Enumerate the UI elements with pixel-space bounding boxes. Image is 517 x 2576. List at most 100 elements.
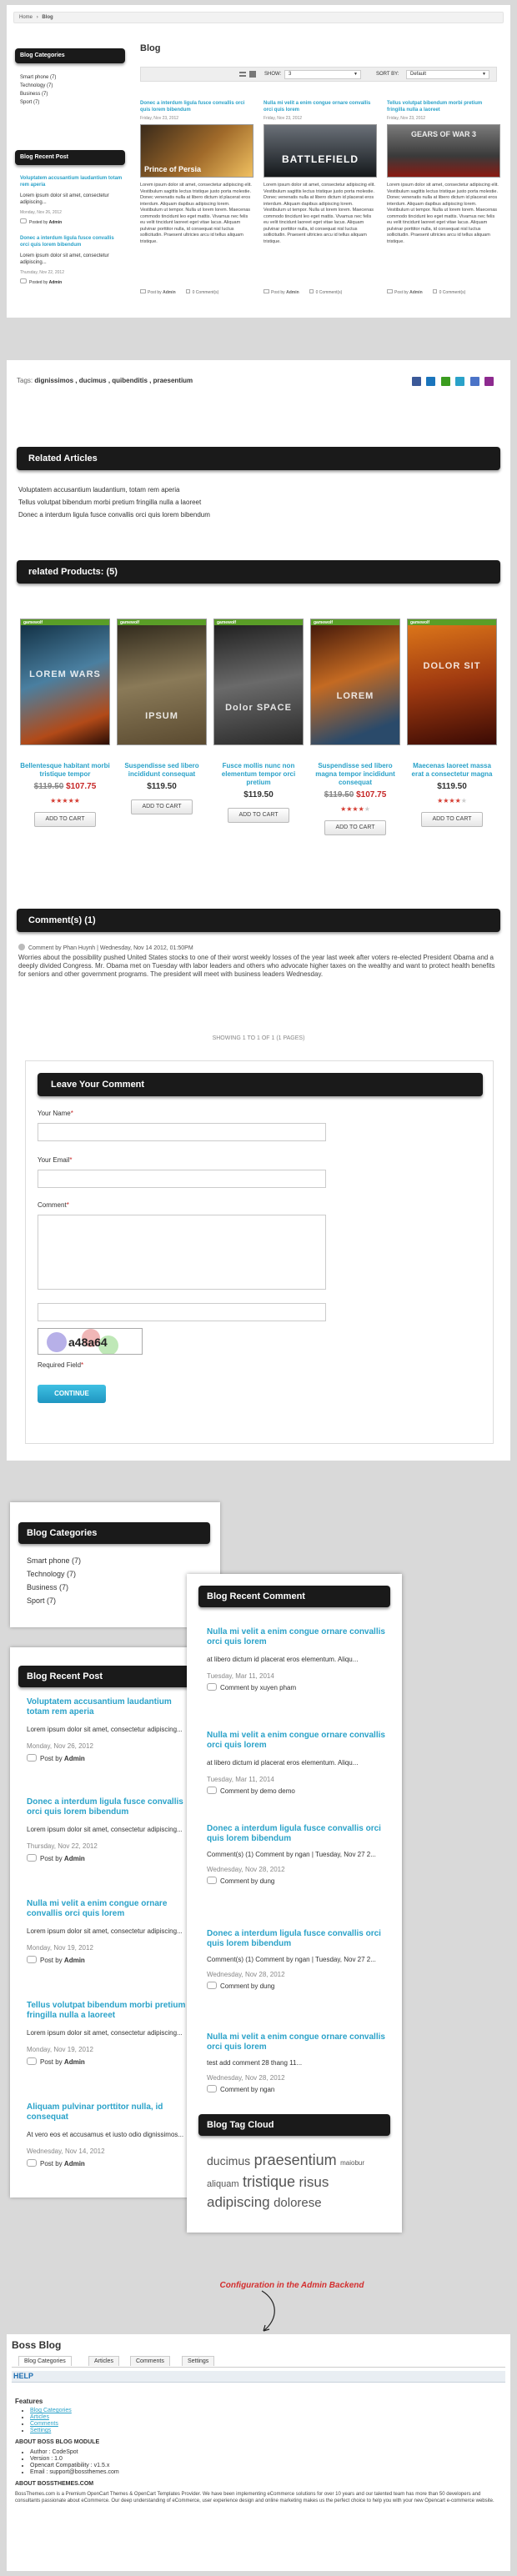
captcha-field[interactable]	[38, 1303, 326, 1321]
related-articles-header: Related Articles	[17, 447, 500, 470]
comment-icon	[27, 2057, 37, 2065]
tag-link[interactable]: maiobur	[340, 2159, 364, 2167]
product-image[interactable]: gamewolf LOREM	[310, 619, 400, 745]
recent-post-title[interactable]: Donec a interdum ligula fusce convallis …	[27, 1797, 190, 1817]
feature-link[interactable]: Comments	[30, 2421, 58, 2427]
tags-list[interactable]: dignissimos , ducimus , quibenditis , pr…	[34, 377, 193, 384]
category-item[interactable]: Sport (7)	[27, 1594, 81, 1607]
product-image[interactable]: gamewolf Dolor SPACE	[213, 619, 304, 745]
category-item[interactable]: Technology (7)	[27, 1567, 81, 1581]
recent-comment-date: Tuesday, Mar 11, 2014	[207, 1776, 274, 1783]
digg-icon[interactable]	[469, 377, 479, 386]
recent-comment-meta: Comment by xuyen pham	[207, 1683, 390, 1691]
continue-button[interactable]: CONTINUE	[38, 1385, 106, 1403]
add-to-cart-button[interactable]: ADD TO CART	[34, 812, 96, 827]
article-card: Nulla mi velit a enim congue ornare conv…	[264, 100, 377, 295]
recent-post-date: Thursday, Nov 22, 2012	[20, 270, 64, 275]
comment-icon	[207, 1683, 217, 1691]
article-image[interactable]: GEARS OF WAR 3	[387, 124, 500, 178]
share-icon[interactable]	[484, 377, 494, 386]
product-price: $119.50	[243, 790, 274, 799]
product-name[interactable]: Suspendisse sed libero magna tempor inci…	[310, 762, 400, 787]
recent-comment-title[interactable]: Nulla mi velit a enim congue ornare conv…	[207, 1627, 390, 1647]
feature-link[interactable]: Settings	[30, 2428, 51, 2433]
recent-comment-title[interactable]: Donec a interdum ligula fusce convallis …	[207, 1929, 390, 1949]
article-title[interactable]: Nulla mi velit a enim congue ornare conv…	[264, 100, 377, 113]
category-item[interactable]: Smart phone (7)	[27, 1554, 81, 1567]
tab-settings[interactable]: Settings	[182, 2356, 215, 2366]
add-to-cart-button[interactable]: ADD TO CART	[228, 808, 289, 823]
recent-post-excerpt: Lorem ipsum dolor sit amet, consectetur …	[20, 193, 109, 205]
admin-tab-bar: Blog Categories Articles Comments Settin…	[12, 2354, 505, 2368]
tag-link[interactable]: risus	[299, 2174, 329, 2190]
grid-view-icon[interactable]	[249, 71, 256, 78]
recent-comment-meta: Comment by ngan	[207, 2085, 390, 2093]
feature-link[interactable]: Articles	[30, 2414, 49, 2420]
stumbleupon-icon[interactable]	[440, 377, 450, 386]
tab-comments[interactable]: Comments	[130, 2356, 170, 2366]
recent-post-title[interactable]: Nulla mi velit a enim congue ornare conv…	[27, 1899, 190, 1919]
category-item[interactable]: Technology (7)	[20, 82, 56, 90]
comment-textarea[interactable]	[38, 1215, 326, 1290]
twitter-icon[interactable]	[455, 377, 465, 386]
blog-listing-panel: Home › Blog Blog Categories Smart phone …	[7, 5, 510, 318]
category-item[interactable]: Smart phone (7)	[20, 73, 56, 82]
article-title[interactable]: Donec a interdum ligula fusce convallis …	[140, 100, 253, 113]
delicious-icon[interactable]	[426, 377, 436, 386]
add-to-cart-button[interactable]: ADD TO CART	[324, 820, 386, 835]
add-to-cart-button[interactable]: ADD TO CART	[131, 799, 193, 814]
article-title[interactable]: Tellus volutpat bibendum morbi pretium f…	[387, 100, 500, 113]
product-card: gamewolf LOREM WARS Bellentesque habitan…	[20, 619, 110, 827]
sort-select[interactable]: Default ▼	[406, 70, 489, 79]
recent-post-title[interactable]: Tellus volutpat bibendum morbi pretium f…	[27, 2001, 190, 2021]
recent-comment-date: Wednesday, Nov 28, 2012	[207, 1866, 285, 1873]
show-select[interactable]: 3 ▼	[284, 70, 361, 79]
list-view-icon[interactable]	[239, 72, 246, 77]
related-article-link[interactable]: Tellus volutpat bibendum morbi pretium f…	[18, 496, 210, 509]
related-article-link[interactable]: Voluptatem accusantium laudantium, totam…	[18, 484, 210, 496]
recent-post-date: Monday, Nov 19, 2012	[27, 1944, 93, 1952]
add-to-cart-button[interactable]: ADD TO CART	[421, 812, 483, 827]
category-item[interactable]: Business (7)	[20, 90, 56, 98]
recent-comment-title[interactable]: Donec a interdum ligula fusce convallis …	[207, 1824, 390, 1844]
recent-post-title[interactable]: Voluptatem accusantium laudantium totam …	[27, 1697, 190, 1717]
article-comments[interactable]: 0 Comment(s)	[316, 290, 343, 295]
breadcrumb-home[interactable]: Home	[19, 15, 33, 20]
tab-articles[interactable]: Articles	[88, 2356, 119, 2366]
tag-link[interactable]: adipiscing	[207, 2194, 270, 2210]
recent-comment-title[interactable]: Nulla mi velit a enim congue ornare conv…	[207, 2032, 390, 2052]
admin-title: Boss Blog	[12, 2339, 62, 2351]
breadcrumb-blog[interactable]: Blog	[42, 15, 53, 20]
product-name[interactable]: Maecenas laoreet massa erat a consectetu…	[407, 762, 497, 779]
tag-link[interactable]: ducimus	[207, 2154, 250, 2168]
product-image[interactable]: gamewolf LOREM WARS	[20, 619, 110, 745]
category-item[interactable]: Business (7)	[27, 1581, 81, 1594]
article-image[interactable]: Prince of Persia	[140, 124, 253, 178]
recent-post-title[interactable]: Aliquam pulvinar porttitor nulla, id con…	[27, 2102, 190, 2122]
tag-link[interactable]: tristique	[243, 2173, 295, 2190]
module-recent-post: Blog Recent Post Voluptatem accusantium …	[10, 1647, 210, 2198]
related-article-link[interactable]: Donec a interdum ligula fusce convallis …	[18, 509, 210, 521]
tag-link[interactable]: praesentium	[254, 2152, 337, 2168]
article-footer: Post by Admin 0 Comment(s)	[140, 289, 253, 295]
category-item[interactable]: Sport (7)	[20, 98, 56, 107]
product-name[interactable]: Fusce mollis nunc non elementum tempor o…	[213, 762, 304, 787]
tag-link[interactable]: dolorese	[274, 2196, 322, 2210]
product-name[interactable]: Bellentesque habitant morbi tristique te…	[20, 762, 110, 779]
article-comments[interactable]: 0 Comment(s)	[439, 290, 466, 295]
recent-comment-title[interactable]: Nulla mi velit a enim congue ornare conv…	[207, 1731, 390, 1751]
recent-post: Voluptatem accusantium laudantium totam …	[27, 1697, 190, 1797]
article-image[interactable]: BATTLEFIELD	[264, 124, 377, 178]
tab-blog-categories[interactable]: Blog Categories	[18, 2356, 72, 2366]
tag-link[interactable]: aliquam	[207, 2179, 239, 2189]
product-image[interactable]: gamewolf DOLOR SIT	[407, 619, 497, 745]
feature-link[interactable]: Blog Categories	[30, 2408, 72, 2413]
facebook-icon[interactable]	[412, 377, 421, 386]
recent-post-title[interactable]: Donec a interdum ligula fusce convallis …	[20, 235, 123, 248]
name-field[interactable]	[38, 1123, 326, 1141]
product-name[interactable]: Suspendisse sed libero incididunt conseq…	[117, 762, 207, 779]
article-comments[interactable]: 0 Comment(s)	[193, 290, 219, 295]
product-image[interactable]: gamewolf IPSUM	[117, 619, 207, 745]
recent-post-title[interactable]: Voluptatem accusantium laudantium totam …	[20, 175, 123, 188]
email-field[interactable]	[38, 1170, 326, 1188]
